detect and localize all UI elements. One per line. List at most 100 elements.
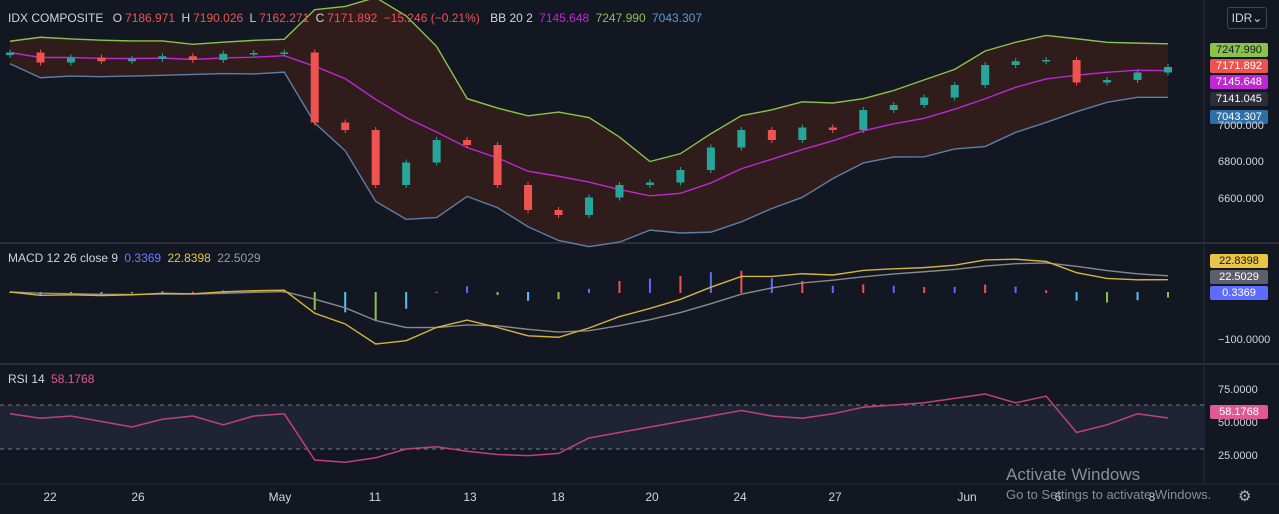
- candle-body: [1011, 61, 1020, 65]
- macd-histogram-bar: [862, 284, 865, 293]
- x-tick: 22: [43, 490, 57, 504]
- close-label: C: [315, 11, 325, 25]
- bb-label: BB 20 2: [490, 11, 533, 25]
- rsi-tag: 58.1768: [1210, 405, 1268, 419]
- currency-dropdown[interactable]: IDR⌄: [1227, 7, 1267, 29]
- candle-body: [158, 56, 167, 59]
- macd-histogram-bar: [740, 270, 743, 293]
- change-value: −15.246 (−0.21%): [383, 11, 480, 25]
- macd-histogram-bar: [984, 284, 987, 293]
- macd-histogram-bar: [831, 285, 834, 293]
- high-value: 7190.026: [193, 11, 244, 25]
- macd-histogram-bar: [344, 292, 347, 313]
- price-tag-close: 7171.892: [1210, 59, 1268, 73]
- macd-signal-value: 22.5029: [217, 251, 261, 265]
- x-tick: 26: [131, 490, 145, 504]
- rsi-label: RSI 14: [8, 372, 45, 386]
- macd-legend: MACD 12 26 close 9 0.3369 22.8398 22.502…: [8, 251, 264, 265]
- candle-body: [585, 197, 593, 215]
- candle-body: [706, 147, 715, 170]
- macd-histogram-bar: [648, 278, 651, 293]
- macd-histogram-bar: [709, 272, 712, 293]
- bb-mid-value: 7145.648: [539, 11, 590, 25]
- low-label: L: [249, 11, 257, 25]
- rsi-value: 58.1768: [51, 372, 95, 386]
- candle-body: [463, 140, 472, 145]
- candle-body: [280, 52, 289, 54]
- price-tag-upper: 7247.990: [1210, 43, 1268, 57]
- candle-body: [341, 122, 350, 130]
- low-value: 7162.271: [259, 11, 310, 25]
- macd-histogram-bar: [313, 292, 316, 310]
- candle-body: [36, 52, 45, 63]
- candle-body: [127, 58, 136, 62]
- macd-tag: 22.8398: [1210, 254, 1268, 268]
- candle-body: [1164, 67, 1172, 73]
- candle-body: [767, 130, 776, 140]
- candle-body: [310, 52, 319, 123]
- macd-histogram-bar: [1136, 292, 1139, 301]
- candle-body: [676, 170, 685, 183]
- candle-body: [249, 53, 258, 55]
- candle-body: [1133, 72, 1142, 80]
- x-tick: 27: [828, 490, 842, 504]
- macd-histogram-bar: [130, 292, 133, 294]
- activate-windows-subtitle: Go to Settings to activate Windows.: [1006, 487, 1212, 502]
- macd-histogram-bar: [1106, 292, 1109, 303]
- currency-label: IDR: [1231, 11, 1253, 25]
- x-tick: 18: [551, 490, 565, 504]
- candle-body: [97, 57, 106, 62]
- candle-body: [493, 145, 502, 185]
- ohlc-legend: IDX COMPOSITE O 7186.971 H 7190.026 L 7162.…: [8, 11, 705, 25]
- candle-body: [66, 57, 75, 63]
- open-value: 7186.971: [125, 11, 176, 25]
- macd-histogram-bar: [1167, 292, 1169, 298]
- macd-histogram-bar: [770, 278, 773, 293]
- candle-body: [1042, 60, 1051, 62]
- activate-windows-title: Activate Windows: [1006, 465, 1141, 484]
- candle-body: [432, 140, 441, 163]
- candle-body: [1103, 80, 1112, 83]
- candle-body: [371, 130, 380, 185]
- symbol-name: IDX COMPOSITE: [8, 11, 104, 25]
- candle-body: [981, 65, 990, 85]
- candle-body: [6, 52, 14, 55]
- bb-lower-value: 7043.307: [651, 11, 703, 25]
- macd-histogram-bar: [557, 292, 560, 300]
- rsi-tick-75: 75.0000: [1218, 384, 1258, 396]
- candle-body: [798, 127, 807, 140]
- x-tick: 13: [463, 490, 477, 504]
- candle-body: [524, 185, 533, 210]
- candle-body: [1072, 60, 1081, 83]
- macd-signal-tag: 22.5029: [1210, 270, 1268, 284]
- macd-histogram-bar: [405, 292, 408, 309]
- gear-icon[interactable]: ⚙: [1238, 487, 1251, 505]
- macd-histogram-bar: [191, 291, 194, 293]
- macd-label: MACD 12 26 close 9: [8, 251, 119, 265]
- high-label: H: [181, 11, 191, 25]
- price-tag-mid: 7145.648: [1210, 75, 1268, 89]
- macd-value: 22.8398: [167, 251, 211, 265]
- price-tag-last: 7141.045: [1210, 92, 1268, 106]
- candle-body: [402, 162, 411, 185]
- close-value: 7171.892: [327, 11, 378, 25]
- bb-upper-value: 7247.990: [595, 11, 646, 25]
- x-tick: Jun: [957, 490, 977, 504]
- rsi-tick-25: 25.0000: [1218, 450, 1258, 462]
- macd-hist-value: 0.3369: [124, 251, 162, 265]
- candle-body: [950, 85, 959, 98]
- price-tick-7000: 7000.000: [1218, 120, 1264, 132]
- macd-histogram-bar: [435, 291, 438, 293]
- macd-hist-tag: 0.3369: [1210, 286, 1268, 300]
- macd-histogram-bar: [618, 280, 621, 293]
- macd-histogram-bar: [527, 292, 530, 301]
- macd-histogram-bar: [892, 285, 895, 293]
- candle-body: [859, 110, 868, 130]
- candle-body: [828, 127, 837, 130]
- chevron-down-icon: ⌄: [1252, 11, 1263, 25]
- x-tick: 20: [645, 490, 659, 504]
- candle-body: [219, 53, 228, 60]
- candle-body: [889, 105, 898, 110]
- macd-histogram-bar: [679, 276, 682, 293]
- macd-histogram-bar: [1014, 286, 1017, 293]
